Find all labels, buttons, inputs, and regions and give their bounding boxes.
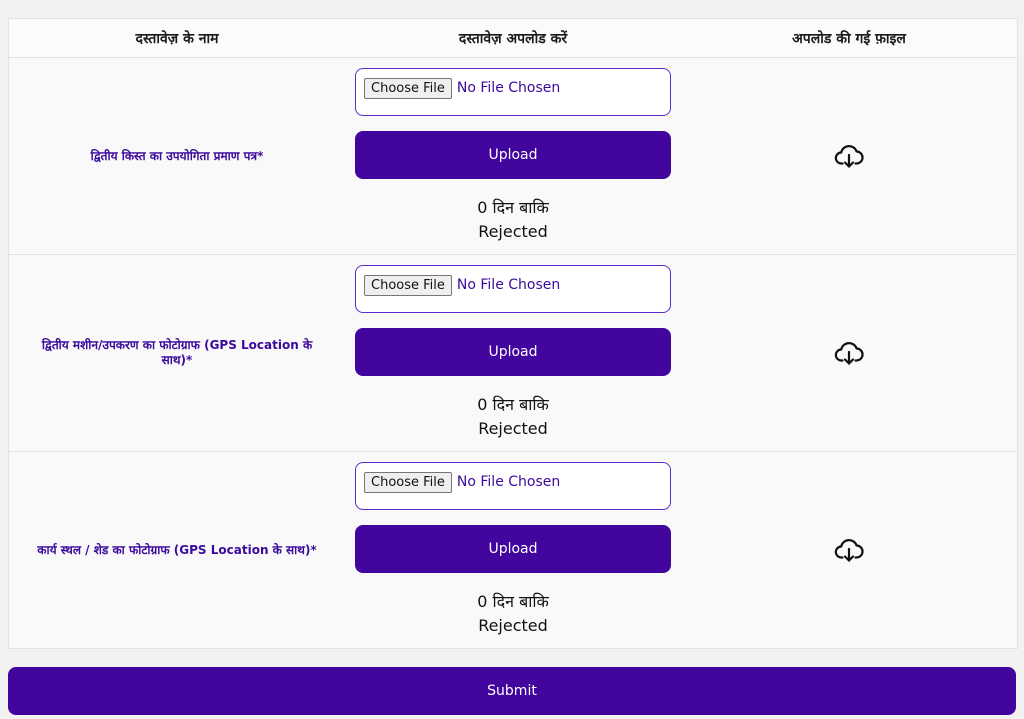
document-name-cell: द्वितीय किस्त का उपयोगिता प्रमाण पत्र* (9, 58, 345, 254)
uploaded-file-cell (681, 255, 1017, 451)
choose-file-button[interactable]: Choose File (364, 472, 452, 493)
table-row: द्वितीय किस्त का उपयोगिता प्रमाण पत्र* C… (9, 58, 1017, 255)
upload-button[interactable]: Upload (355, 328, 671, 376)
documents-table: दस्तावेज़ के नाम दस्तावेज़ अपलोड करें अप… (8, 18, 1018, 649)
header-uploaded-file: अपलोड की गई फ़ाइल (792, 30, 906, 47)
choose-file-button[interactable]: Choose File (364, 275, 452, 296)
file-status-text: No File Chosen (456, 277, 561, 293)
table-header: दस्तावेज़ के नाम दस्तावेज़ अपलोड करें अप… (9, 19, 1017, 58)
upload-cell: Choose File No File Chosen Upload 0 दिन … (345, 255, 681, 451)
file-status-text: No File Chosen (456, 80, 561, 96)
file-status-text: No File Chosen (456, 474, 561, 490)
header-upload-document: दस्तावेज़ अपलोड करें (458, 30, 568, 47)
upload-button[interactable]: Upload (355, 131, 671, 179)
document-name: कार्य स्थल / शेड का फोटोग्राफ (GPS Locat… (37, 542, 317, 557)
file-input[interactable]: Choose File No File Chosen (355, 68, 671, 116)
cloud-download-icon[interactable] (833, 140, 865, 172)
status-text: Rejected (478, 222, 548, 241)
uploaded-file-cell (681, 58, 1017, 254)
days-left-text: 0 दिन बाकि (477, 592, 549, 611)
status-text: Rejected (478, 616, 548, 635)
table-row: कार्य स्थल / शेड का फोटोग्राफ (GPS Locat… (9, 452, 1017, 648)
file-input[interactable]: Choose File No File Chosen (355, 265, 671, 313)
document-name-cell: द्वितीय मशीन/उपकरण का फोटोग्राफ (GPS Loc… (9, 255, 345, 451)
cloud-download-icon[interactable] (833, 534, 865, 566)
uploaded-file-cell (681, 452, 1017, 648)
cloud-download-icon[interactable] (833, 337, 865, 369)
choose-file-button[interactable]: Choose File (364, 78, 452, 99)
file-input[interactable]: Choose File No File Chosen (355, 462, 671, 510)
document-name: द्वितीय मशीन/उपकरण का फोटोग्राफ (GPS Loc… (41, 338, 313, 367)
header-document-name: दस्तावेज़ के नाम (135, 30, 219, 47)
days-left-text: 0 दिन बाकि (477, 198, 549, 217)
upload-button[interactable]: Upload (355, 525, 671, 573)
table-row: द्वितीय मशीन/उपकरण का फोटोग्राफ (GPS Loc… (9, 255, 1017, 452)
upload-cell: Choose File No File Chosen Upload 0 दिन … (345, 452, 681, 648)
document-name: द्वितीय किस्त का उपयोगिता प्रमाण पत्र* (90, 148, 264, 163)
submit-button[interactable]: Submit (8, 667, 1016, 715)
document-name-cell: कार्य स्थल / शेड का फोटोग्राफ (GPS Locat… (9, 452, 345, 648)
upload-cell: Choose File No File Chosen Upload 0 दिन … (345, 58, 681, 254)
status-text: Rejected (478, 419, 548, 438)
days-left-text: 0 दिन बाकि (477, 395, 549, 414)
